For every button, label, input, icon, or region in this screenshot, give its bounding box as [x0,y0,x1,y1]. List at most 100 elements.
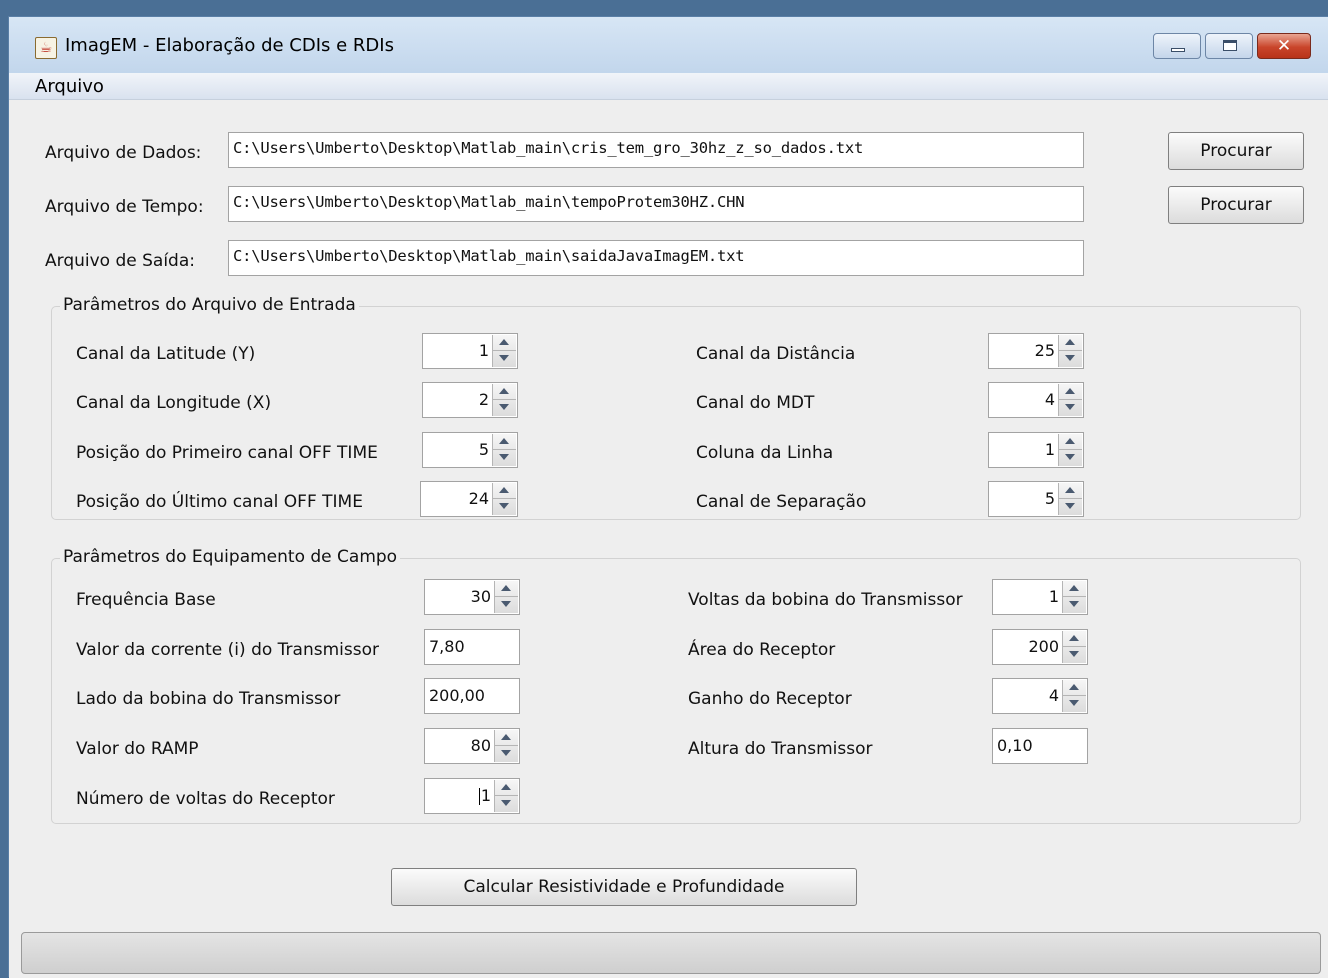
spinner-arrows [492,434,516,466]
window-title: ImagEM - Elaboração de CDIs e RDIs [65,35,394,56]
ganho-receptor-value: 4 [1048,686,1059,705]
spinner-up-icon[interactable] [495,780,518,796]
entrada-group: Parâmetros do Arquivo de Entrada Canal d… [51,295,1301,520]
spinner-down-icon[interactable] [493,450,516,466]
primeiro-offtime-spinner[interactable]: 5 [422,432,518,468]
spinner-up-icon[interactable] [495,730,518,746]
close-icon: ✕ [1276,36,1292,56]
voltas-receptor-field: 1 [425,786,493,805]
spinner-down-icon[interactable] [1059,450,1082,466]
spinner-arrows [1058,335,1082,367]
area-receptor-spinner[interactable]: 200 [992,629,1088,665]
mdt-spinner[interactable]: 4 [988,382,1084,418]
altura-transmissor-label: Altura do Transmissor [688,739,873,759]
frequencia-value: 30 [470,587,491,606]
saida-path-input[interactable]: C:\Users\Umberto\Desktop\Matlab_main\sai… [228,240,1084,276]
procurar-dados-button[interactable]: Procurar [1168,132,1304,170]
spinner-up-icon[interactable] [1059,335,1082,351]
spinner-arrows [1062,631,1086,663]
procurar-tempo-button[interactable]: Procurar [1168,186,1304,224]
latitude-spinner[interactable]: 1 [422,333,518,369]
coluna-linha-label: Coluna da Linha [696,443,834,463]
distancia-value: 25 [1034,341,1055,360]
app-window: ☕ ImagEM - Elaboração de CDIs e RDIs ✕ A… [8,16,1328,978]
spinner-up-icon[interactable] [1059,434,1082,450]
coluna-linha-spinner[interactable]: 1 [988,432,1084,468]
calcular-button[interactable]: Calcular Resistividade e Profundidade [391,868,857,906]
voltas-transmissor-spinner[interactable]: 1 [992,579,1088,615]
dados-path-input[interactable]: C:\Users\Umberto\Desktop\Matlab_main\cri… [228,132,1084,168]
spinner-up-icon[interactable] [493,384,516,400]
menu-arquivo[interactable]: Arquivo [35,76,104,97]
tempo-path-input[interactable]: C:\Users\Umberto\Desktop\Matlab_main\tem… [228,186,1084,222]
minimize-button[interactable] [1153,33,1201,59]
spinner-up-icon[interactable] [493,483,516,499]
title-bar[interactable]: ☕ ImagEM - Elaboração de CDIs e RDIs ✕ [9,17,1328,73]
ganho-receptor-spinner[interactable]: 4 [992,678,1088,714]
spinner-up-icon[interactable] [1063,581,1086,597]
voltas-transmissor-value: 1 [1048,587,1059,606]
spinner-up-icon[interactable] [493,434,516,450]
spinner-down-icon[interactable] [1059,400,1082,416]
frequencia-spinner[interactable]: 30 [424,579,520,615]
distancia-label: Canal da Distância [696,344,856,364]
spinner-arrows [1062,581,1086,613]
spinner-down-icon[interactable] [1059,351,1082,367]
spinner-up-icon[interactable] [1059,384,1082,400]
main-panel: Arquivo de Dados: C:\Users\Umberto\Deskt… [9,100,1328,978]
corrente-input[interactable]: 7,80 [424,629,520,665]
corrente-label: Valor da corrente (i) do Transmissor [76,640,379,660]
voltas-transmissor-label: Voltas da bobina do Transmissor [688,590,963,610]
spinner-down-icon[interactable] [495,796,518,812]
spinner-arrows [494,581,518,613]
area-receptor-value: 200 [1028,637,1059,656]
lado-bobina-input[interactable]: 200,00 [424,678,520,714]
spinner-up-icon[interactable] [1063,631,1086,647]
ganho-receptor-label: Ganho do Receptor [688,689,852,709]
java-cup-icon[interactable]: ☕ [35,37,57,59]
saida-label: Arquivo de Saída: [45,251,195,271]
maximize-button[interactable] [1205,33,1253,59]
separacao-spinner[interactable]: 5 [988,481,1084,517]
coluna-linha-value: 1 [1044,440,1055,459]
primeiro-offtime-value: 5 [478,440,489,459]
spinner-down-icon[interactable] [1063,647,1086,663]
spinner-down-icon[interactable] [493,351,516,367]
spinner-up-icon[interactable] [1063,680,1086,696]
spinner-up-icon[interactable] [493,335,516,351]
dados-label: Arquivo de Dados: [45,143,202,163]
spinner-arrows [494,780,518,812]
text-caret [478,788,480,805]
spinner-up-icon[interactable] [495,581,518,597]
spinner-down-icon[interactable] [495,597,518,613]
spinner-up-icon[interactable] [1059,483,1082,499]
spinner-down-icon[interactable] [1063,696,1086,712]
spinner-down-icon[interactable] [1063,597,1086,613]
spinner-arrows [1058,384,1082,416]
mdt-label: Canal do MDT [696,393,815,413]
area-receptor-label: Área do Receptor [688,640,836,660]
distancia-spinner[interactable]: 25 [988,333,1084,369]
longitude-spinner[interactable]: 2 [422,382,518,418]
ramp-spinner[interactable]: 80 [424,728,520,764]
separacao-label: Canal de Separação [696,492,867,512]
status-bar [21,932,1321,974]
lado-bobina-label: Lado da bobina do Transmissor [76,689,341,709]
ultimo-offtime-label: Posição do Último canal OFF TIME [76,492,363,512]
mdt-value: 4 [1044,390,1055,409]
spinner-down-icon[interactable] [1059,499,1082,515]
menu-bar: Arquivo [9,73,1328,100]
spinner-down-icon[interactable] [493,400,516,416]
close-button[interactable]: ✕ [1257,33,1311,59]
ultimo-offtime-spinner[interactable]: 24 [420,481,518,517]
primeiro-offtime-label: Posição do Primeiro canal OFF TIME [76,443,378,463]
altura-transmissor-input[interactable]: 0,10 [992,728,1088,764]
spinner-arrows [492,335,516,367]
voltas-receptor-spinner[interactable]: 1 [424,778,520,814]
frequencia-label: Frequência Base [76,590,216,610]
spinner-arrows [1058,434,1082,466]
spinner-down-icon[interactable] [495,746,518,762]
ultimo-offtime-value: 24 [468,489,489,508]
latitude-label: Canal da Latitude (Y) [76,344,256,364]
spinner-down-icon[interactable] [493,499,516,515]
